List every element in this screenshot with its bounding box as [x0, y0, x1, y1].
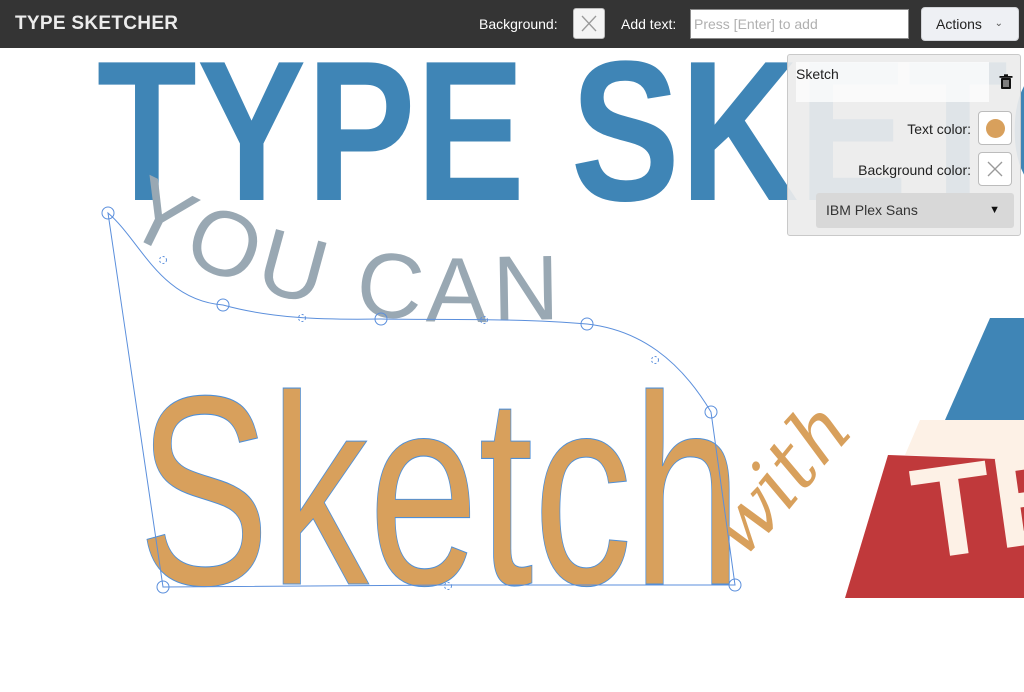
caret-down-icon: ▼ — [989, 204, 1000, 216]
none-x-icon — [581, 15, 597, 32]
selected-text-input[interactable]: Sketch — [796, 62, 989, 102]
top-toolbar: TYPE SKETCHER Background: Add text: Acti… — [0, 0, 1024, 48]
add-text-input[interactable] — [690, 9, 909, 39]
text-color-button[interactable] — [978, 111, 1012, 145]
font-select[interactable]: IBM Plex Sans ▼ — [816, 193, 1014, 228]
app-title: TYPE SKETCHER — [15, 13, 179, 34]
text-properties-panel: Sketch Text color: Background color: IBM… — [787, 54, 1021, 236]
chevron-down-icon: ⌄ — [994, 18, 1003, 29]
add-text-label: Add text: — [621, 16, 677, 32]
actions-button-label: Actions — [936, 16, 982, 32]
word-sketch-text: Sketch — [138, 341, 742, 642]
text-color-swatch — [986, 119, 1005, 138]
word-text-block[interactable]: TEXT — [845, 318, 1024, 598]
none-x-icon — [987, 161, 1003, 177]
trash-icon[interactable] — [999, 74, 1013, 90]
word-sketch[interactable]: Sketch — [138, 340, 743, 642]
actions-button[interactable]: Actions ⌄ — [921, 7, 1019, 41]
background-color-swatch-button[interactable] — [978, 152, 1012, 186]
background-color-label: Background color: — [858, 162, 971, 178]
background-color-button[interactable] — [573, 8, 605, 39]
font-select-value: IBM Plex Sans — [826, 202, 918, 218]
text-color-label: Text color: — [907, 121, 971, 137]
background-label: Background: — [479, 16, 558, 32]
